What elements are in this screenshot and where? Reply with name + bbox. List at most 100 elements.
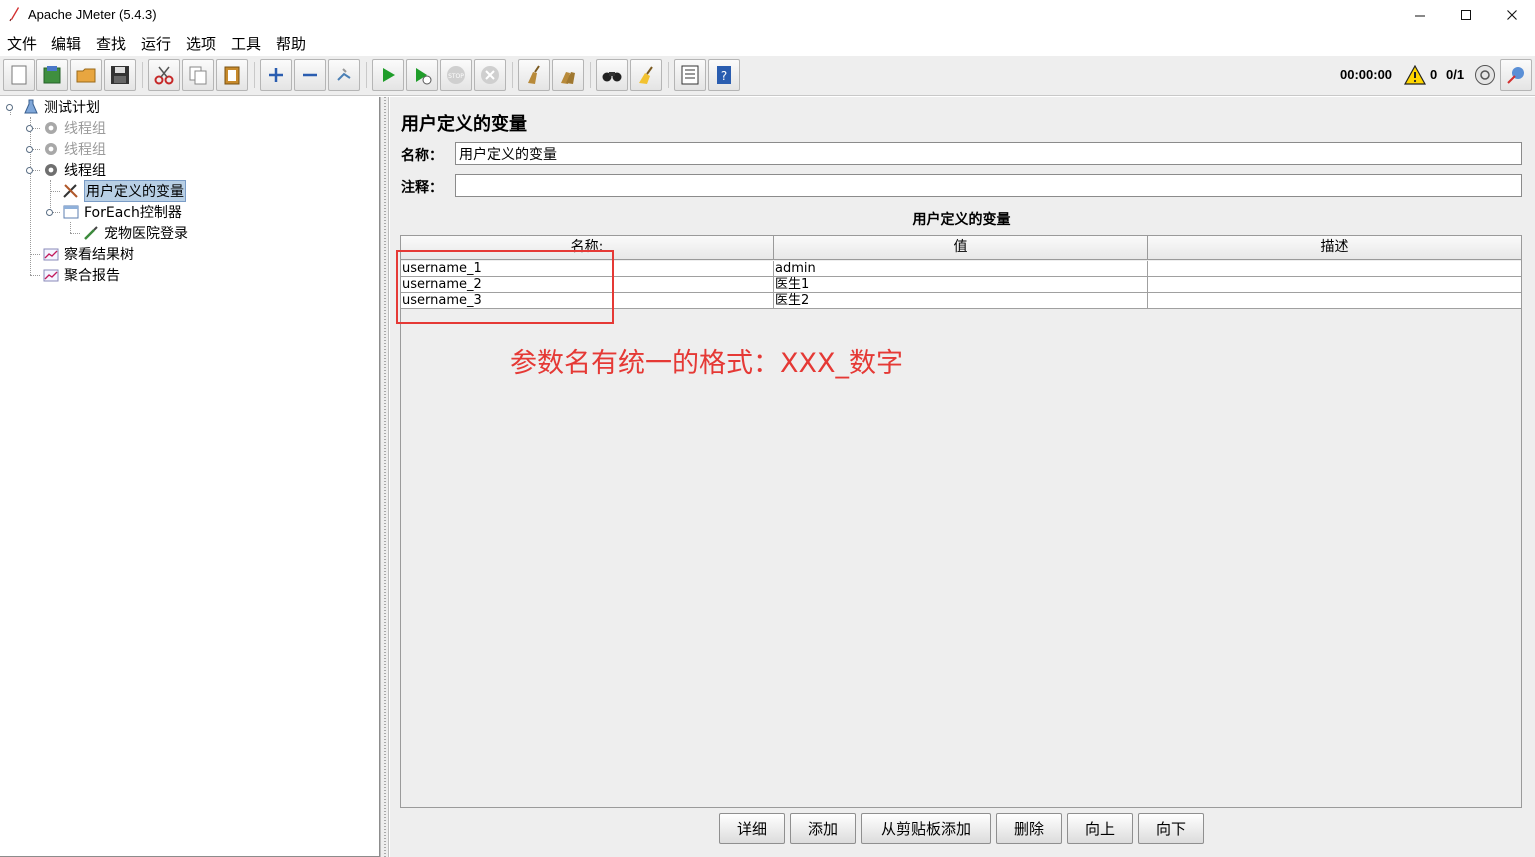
- cell-description[interactable]: [1148, 261, 1521, 277]
- name-field[interactable]: [455, 142, 1522, 165]
- tree-item-http-sampler[interactable]: 宠物医院登录: [82, 223, 188, 243]
- comment-field[interactable]: [455, 174, 1522, 197]
- open-button[interactable]: [70, 59, 102, 91]
- delete-button[interactable]: 删除: [996, 813, 1062, 844]
- move-up-button[interactable]: 向上: [1067, 813, 1133, 844]
- window-title: Apache JMeter (5.4.3): [28, 7, 157, 22]
- remote-status-icon: [1475, 65, 1495, 85]
- reset-search-button[interactable]: [630, 59, 662, 91]
- cell-value[interactable]: 医生1: [774, 277, 1148, 293]
- tree-item-thread-group[interactable]: 线程组: [42, 139, 106, 159]
- close-icon: [1507, 10, 1517, 20]
- move-down-button[interactable]: 向下: [1138, 813, 1204, 844]
- gear-icon: [42, 120, 60, 136]
- log-viewer-button[interactable]: [1500, 59, 1532, 91]
- menu-file[interactable]: 文件: [7, 33, 37, 54]
- elapsed-timer: 00:00:00: [1340, 67, 1393, 82]
- function-list-icon: [681, 65, 699, 85]
- expand-all-button[interactable]: [260, 59, 292, 91]
- menu-help[interactable]: 帮助: [276, 33, 306, 54]
- expand-handle[interactable]: [26, 146, 33, 153]
- clear-broom-icon: [528, 65, 540, 84]
- shutdown-button[interactable]: [474, 59, 506, 91]
- user-defined-variables-panel: 用户定义的变量 名称： 注释： 用户定义的变量 名称: 值 描述 usernam…: [390, 97, 1535, 857]
- warning-icon[interactable]: [1404, 65, 1426, 85]
- tree-item-thread-group[interactable]: 线程组: [42, 160, 106, 180]
- help-button[interactable]: ?: [708, 59, 740, 91]
- save-button[interactable]: [104, 59, 136, 91]
- cell-value[interactable]: 医生2: [774, 293, 1148, 309]
- toggle-button[interactable]: [328, 59, 360, 91]
- menu-search[interactable]: 查找: [96, 33, 126, 54]
- cut-button[interactable]: [148, 59, 180, 91]
- tree-item-test-plan[interactable]: 测试计划: [22, 97, 100, 117]
- new-button[interactable]: [3, 59, 35, 91]
- save-icon: [111, 66, 129, 84]
- start-no-pauses-button[interactable]: [406, 59, 438, 91]
- title-bar: Apache JMeter (5.4.3): [0, 0, 1535, 30]
- active-threads: 0/1: [1446, 67, 1465, 82]
- split-pane-divider[interactable]: [380, 97, 389, 857]
- cell-value[interactable]: admin: [774, 261, 1148, 277]
- flask-icon: [22, 99, 40, 115]
- stop-icon: STOP: [447, 66, 465, 84]
- toolbar: STOP ? 00:00:00 0 0/1: [0, 56, 1535, 96]
- annotation-note: 参数名有统一的格式：XXX_数字: [510, 348, 903, 379]
- help-book-icon: ?: [717, 66, 731, 84]
- tree-item-label: 用户定义的变量: [84, 180, 186, 202]
- warning-count: 0: [1430, 67, 1438, 82]
- expand-handle[interactable]: [46, 209, 53, 216]
- minimize-button[interactable]: [1397, 0, 1443, 30]
- menu-edit[interactable]: 编辑: [51, 33, 81, 54]
- expand-handle[interactable]: [6, 104, 13, 111]
- expand-handle[interactable]: [26, 125, 33, 132]
- tree-item-foreach-controller[interactable]: ForEach控制器: [62, 202, 182, 222]
- play-no-timers-icon: [416, 68, 432, 85]
- foreach-controller-icon: [62, 204, 80, 220]
- cell-description[interactable]: [1148, 293, 1521, 309]
- tree-item-label: ForEach控制器: [84, 205, 182, 221]
- gear-icon: [42, 162, 60, 178]
- search-button[interactable]: [596, 59, 628, 91]
- column-header-description[interactable]: 描述: [1148, 236, 1521, 260]
- paste-button[interactable]: [216, 59, 248, 91]
- clear-all-broom-icon: [561, 72, 575, 84]
- start-button[interactable]: [372, 59, 404, 91]
- tree-item-view-results-tree[interactable]: 察看结果树: [42, 244, 134, 264]
- tree-item-user-defined-variables[interactable]: 用户定义的变量: [62, 180, 186, 202]
- comment-label: 注释：: [401, 180, 443, 196]
- wrench-icon: [62, 183, 80, 199]
- menu-bar: 文件 编辑 查找 运行 选项 工具 帮助: [0, 30, 1535, 55]
- menu-tools[interactable]: 工具: [231, 33, 261, 54]
- add-from-clipboard-button[interactable]: 从剪贴板添加: [861, 813, 991, 844]
- cell-description[interactable]: [1148, 277, 1521, 293]
- tree-item-thread-group[interactable]: 线程组: [42, 118, 106, 138]
- plus-icon: [269, 68, 283, 82]
- expand-handle[interactable]: [26, 167, 33, 174]
- menu-options[interactable]: 选项: [186, 33, 216, 54]
- maximize-button[interactable]: [1443, 0, 1489, 30]
- tree-item-aggregate-report[interactable]: 聚合报告: [42, 265, 120, 285]
- paste-icon: [224, 66, 240, 85]
- log-viewer-icon: [1507, 67, 1524, 84]
- shutdown-icon: [481, 66, 499, 84]
- copy-button[interactable]: [182, 59, 214, 91]
- function-helper-button[interactable]: [674, 59, 706, 91]
- column-header-value[interactable]: 值: [774, 236, 1148, 260]
- svg-text:STOP: STOP: [448, 73, 464, 80]
- clear-button[interactable]: [518, 59, 550, 91]
- menu-run[interactable]: 运行: [141, 33, 171, 54]
- templates-button[interactable]: [36, 59, 68, 91]
- clear-all-button[interactable]: [552, 59, 584, 91]
- collapse-all-button[interactable]: [294, 59, 326, 91]
- new-file-icon: [11, 65, 27, 85]
- stop-button[interactable]: STOP: [440, 59, 472, 91]
- detail-button[interactable]: 详细: [719, 813, 785, 844]
- add-button[interactable]: 添加: [790, 813, 856, 844]
- toggle-icon: [337, 68, 351, 81]
- close-button[interactable]: [1489, 0, 1535, 30]
- tree-item-label: 线程组: [64, 142, 106, 158]
- tree-item-label: 聚合报告: [64, 268, 120, 284]
- tree-item-label: 线程组: [64, 121, 106, 137]
- play-icon: [383, 68, 395, 82]
